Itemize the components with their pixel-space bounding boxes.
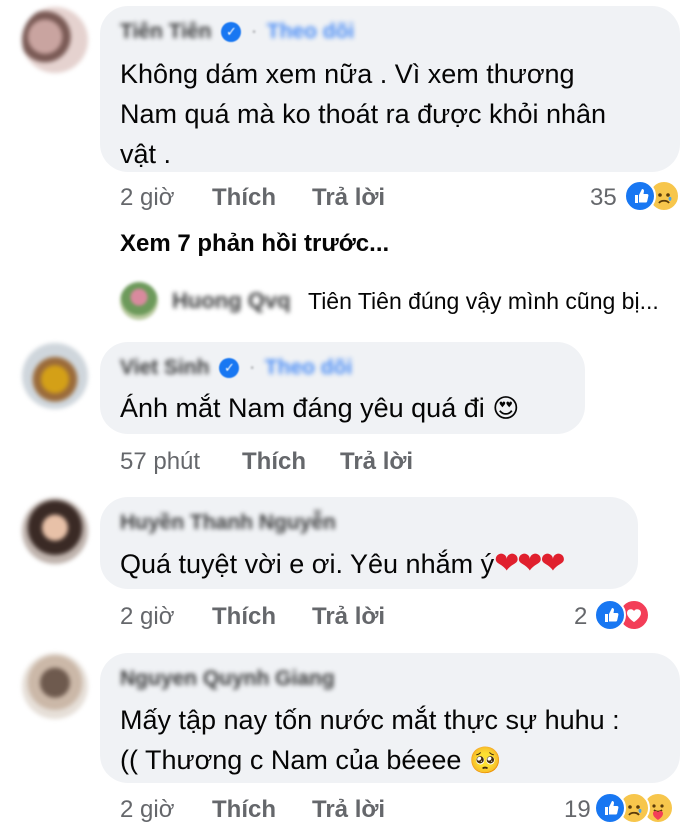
avatar[interactable] xyxy=(22,7,88,73)
reply-preview-text[interactable]: Tiên Tiên đúng vậy mình cũng bị... xyxy=(308,288,659,315)
comment-author[interactable]: Tiên Tiên xyxy=(120,20,211,44)
like-icon xyxy=(624,180,656,212)
avatar[interactable] xyxy=(22,343,88,409)
reaction-count[interactable]: 2 xyxy=(574,603,587,631)
reply-button[interactable]: Trả lời xyxy=(340,448,413,476)
comment-author[interactable]: Viet Sinh xyxy=(120,356,209,380)
view-previous-replies-link[interactable]: Xem 7 phản hồi trước... xyxy=(120,230,389,258)
comment-time[interactable]: 57 phút xyxy=(120,448,200,476)
avatar[interactable] xyxy=(22,653,88,719)
reply-button[interactable]: Trả lời xyxy=(312,796,385,824)
comment-text: Không dám xem nữa . Vì xem thương Nam qu… xyxy=(120,59,607,169)
follow-button[interactable]: Theo dõi xyxy=(267,20,355,44)
comment-header: Tiên Tiên ✓ · Theo dõi xyxy=(120,20,355,44)
verified-badge-icon: ✓ xyxy=(221,22,242,42)
like-button[interactable]: Thích xyxy=(212,603,276,631)
reply-button[interactable]: Trả lời xyxy=(312,603,385,631)
like-button[interactable]: Thích xyxy=(212,796,276,824)
reply-button[interactable]: Trả lời xyxy=(312,184,385,212)
like-icon xyxy=(594,599,626,631)
like-icon xyxy=(594,792,626,824)
pleading-face-emoji-icon: 🥺 xyxy=(468,745,502,775)
comment-time[interactable]: 2 giờ xyxy=(120,796,174,824)
reaction-count[interactable]: 19 xyxy=(564,796,591,824)
comment-author[interactable]: Huyền Thanh Nguyễn xyxy=(120,511,336,535)
comment-time[interactable]: 2 giờ xyxy=(120,603,174,631)
avatar[interactable] xyxy=(120,282,158,320)
comment-text: Quá tuyệt vời e ơi. Yêu nhắm ý❤❤❤ xyxy=(120,547,566,580)
red-heart-emoji-icon: ❤❤❤ xyxy=(494,547,565,580)
comment-author[interactable]: Nguyen Quynh Giang xyxy=(120,667,335,691)
follow-button[interactable]: Theo dõi xyxy=(265,356,353,380)
comment-header: Nguyen Quynh Giang xyxy=(120,667,335,691)
comment-time[interactable]: 2 giờ xyxy=(120,184,174,212)
comment-text: Ánh mắt Nam đáng yêu quá đi 😍 xyxy=(120,393,520,423)
verified-badge-icon: ✓ xyxy=(219,358,240,378)
comment-text: Mấy tập nay tốn nước mắt thực sự huhu : … xyxy=(120,705,620,775)
reaction-count[interactable]: 35 xyxy=(590,184,617,212)
reply-author[interactable]: Huong Qvq xyxy=(172,288,291,314)
like-button[interactable]: Thích xyxy=(242,448,306,476)
comment-header: Viet Sinh ✓ · Theo dõi xyxy=(120,356,353,380)
comment-header: Huyền Thanh Nguyễn xyxy=(120,511,336,535)
heart-eyes-emoji-icon: 😍 xyxy=(492,393,520,423)
like-button[interactable]: Thích xyxy=(212,184,276,212)
avatar[interactable] xyxy=(22,498,88,564)
